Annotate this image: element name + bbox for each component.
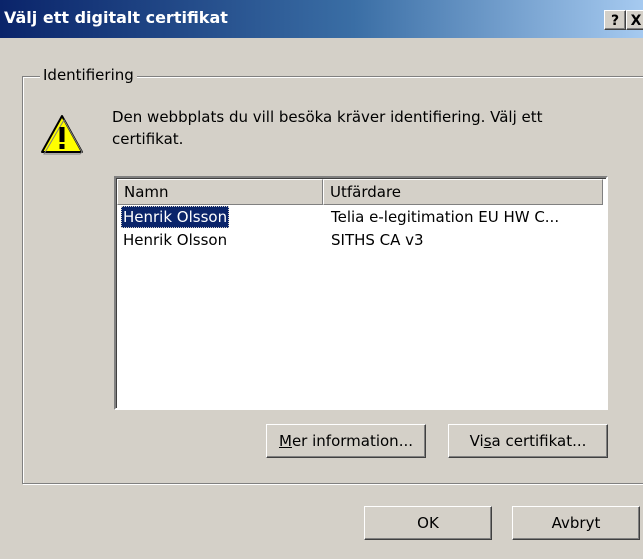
list-item[interactable]: Henrik Olsson Telia e-legitimation EU HW…	[117, 206, 597, 228]
button-label-part: er information...	[291, 432, 413, 450]
dialog-window: Välj ett digitalt certifikat ? X Identif…	[0, 0, 643, 559]
close-button[interactable]: X	[626, 10, 643, 30]
certificate-issuer: SITHS CA v3	[331, 231, 424, 249]
prompt-message: Den webbplats du vill besöka kräver iden…	[112, 108, 543, 148]
certificate-name: Henrik Olsson	[121, 206, 230, 228]
help-button[interactable]: ?	[604, 10, 626, 30]
list-header: Namn Utfärdare	[117, 179, 606, 205]
groupbox-label: Identifiering	[40, 66, 137, 84]
column-header-issuer[interactable]: Utfärdare	[323, 179, 603, 205]
view-certificate-button[interactable]: Visa certifikat...	[448, 424, 608, 458]
title-bar[interactable]: Välj ett digitalt certifikat ? X	[0, 0, 643, 38]
button-label-part: a certifikat...	[491, 432, 587, 450]
more-information-button[interactable]: Mer information...	[266, 424, 426, 458]
button-label-part: Vi	[469, 432, 484, 450]
warning-icon	[41, 115, 83, 155]
certificate-list[interactable]: Namn Utfärdare Henrik Olsson Telia e-leg…	[114, 176, 608, 410]
ok-button[interactable]: OK	[364, 506, 492, 540]
accelerator-key: s	[483, 432, 492, 450]
window-title: Välj ett digitalt certifikat	[4, 8, 228, 27]
certificate-name: Henrik Olsson	[123, 231, 228, 249]
certificate-issuer: Telia e-legitimation EU HW C...	[331, 208, 560, 226]
column-header-name[interactable]: Namn	[117, 179, 323, 205]
list-item[interactable]: Henrik Olsson SITHS CA v3	[117, 229, 597, 251]
accelerator-key: M	[279, 432, 292, 450]
cancel-button[interactable]: Avbryt	[512, 506, 640, 540]
